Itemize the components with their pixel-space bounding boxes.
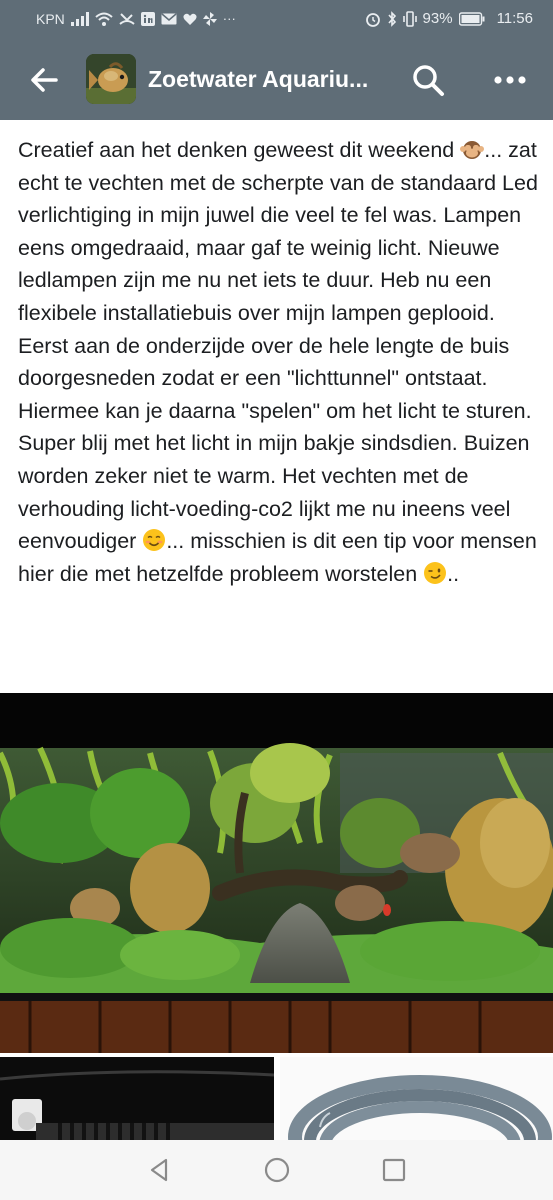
group-avatar[interactable] [86, 54, 136, 104]
post-text-2: ... zat echt te vechten met de scherpte … [18, 138, 538, 423]
carrier-label: KPN [36, 11, 65, 27]
clock: 11:56 [496, 10, 533, 27]
see-no-evil-monkey-emoji [460, 141, 485, 159]
post-text-1: Creatief aan het denken geweest dit week… [18, 138, 461, 162]
pinwheel-icon [202, 12, 217, 26]
winking-face-emoji [424, 561, 447, 584]
tube-coil-illustration [280, 1057, 553, 1142]
mail-icon [161, 13, 177, 25]
more-icon[interactable] [490, 64, 530, 96]
group-title[interactable]: Zoetwater Aquariu... [148, 66, 368, 93]
search-icon[interactable] [410, 62, 446, 98]
battery-icon [458, 11, 485, 26]
back-arrow-icon[interactable] [26, 62, 62, 98]
lamp-tube-illustration [0, 1057, 274, 1142]
bluetooth-icon [387, 10, 396, 27]
status-right: 93% 11:56 [365, 10, 533, 27]
post-body: Creatief aan het denken geweest dit week… [18, 134, 538, 590]
signal-icon [70, 12, 89, 26]
back-triangle-icon[interactable] [146, 1156, 174, 1184]
home-circle-icon[interactable] [263, 1156, 291, 1184]
lamp-tube-photo[interactable] [0, 1057, 274, 1142]
recents-square-icon[interactable] [380, 1156, 408, 1184]
linkedin-icon [140, 12, 155, 26]
status-left: KPN ··· [36, 11, 236, 27]
aquarium-illustration [0, 693, 553, 1053]
fish-avatar-image [86, 54, 136, 104]
more-notifications-icon: ··· [222, 11, 236, 26]
alarm-icon [365, 12, 380, 27]
status-bar: KPN ··· 93% 11:56 [0, 0, 553, 40]
post-paragraph-1: Creatief aan het denken geweest dit week… [18, 134, 538, 427]
corrugated-tube-photo[interactable] [280, 1057, 553, 1142]
missed-call-icon [119, 13, 135, 25]
wifi-icon [95, 12, 113, 26]
aquarium-photo[interactable] [0, 693, 553, 1053]
smiling-face-emoji [143, 529, 166, 552]
heart-icon [183, 13, 197, 25]
battery-percent: 93% [422, 10, 453, 27]
post-paragraph-2: Super blij met het licht in mijn bakje s… [18, 427, 538, 590]
post-text-5: .. [447, 561, 460, 586]
vibrate-icon [402, 10, 417, 27]
app-bar: Zoetwater Aquariu... [0, 40, 553, 120]
system-nav-bar [0, 1140, 553, 1200]
